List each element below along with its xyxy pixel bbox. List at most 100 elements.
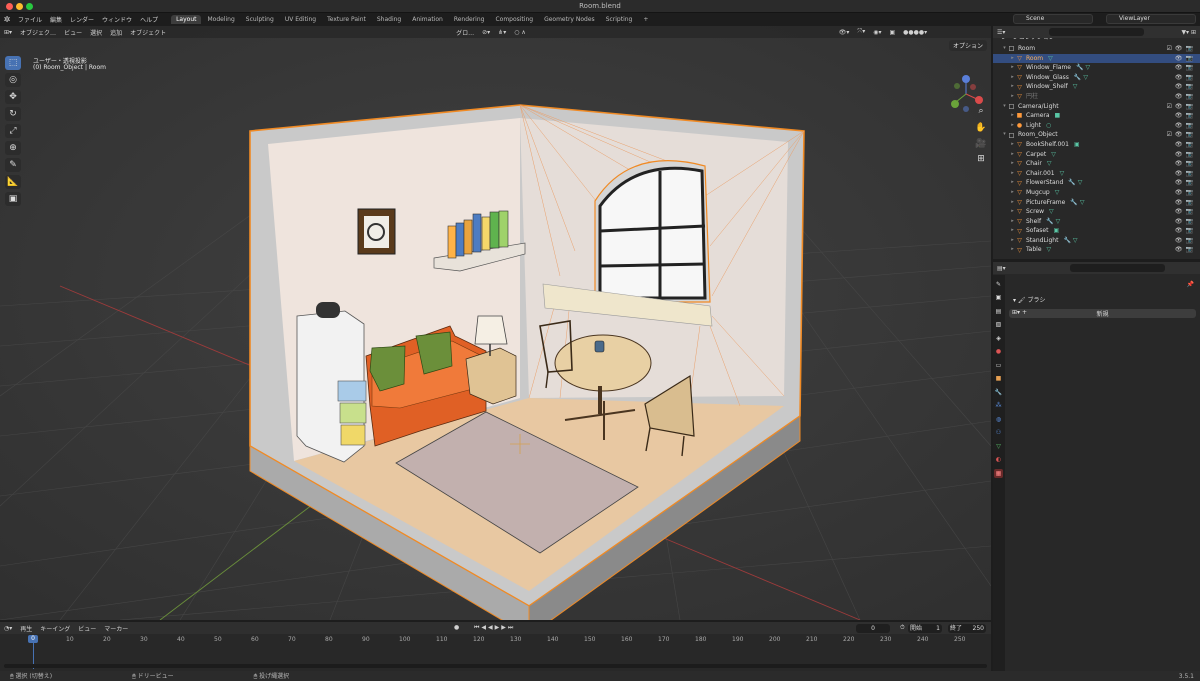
scale-tool-icon[interactable]: ⤢ [5, 124, 21, 138]
modifier-icon[interactable]: 🔧 [1046, 217, 1053, 227]
mesh-data-icon[interactable]: ▽ [1048, 54, 1053, 64]
expand-arrow-icon[interactable]: ▸ [1009, 54, 1016, 64]
expand-arrow-icon[interactable]: ▾ [1001, 102, 1008, 112]
tool-tab-icon[interactable]: ✎ [994, 280, 1003, 289]
modifier-icon[interactable]: 🔧 [1074, 73, 1081, 83]
outliner-object-row[interactable]: ▸ ▽ BookShelf.001 ▣ 👁📷 [993, 140, 1200, 150]
scene-selector[interactable]: Scene [1013, 14, 1093, 24]
mesh-data-icon[interactable]: ■ [1055, 111, 1061, 121]
modifier-icon[interactable]: 🔧 [1063, 236, 1070, 246]
timeline-view-menu[interactable]: ビュー [74, 624, 100, 633]
expand-arrow-icon[interactable]: ▸ [1009, 217, 1016, 227]
rotate-tool-icon[interactable]: ↻ [5, 107, 21, 121]
particles-tab-icon[interactable]: ⁂ [994, 401, 1003, 410]
menu-window[interactable]: ウィンドウ [98, 15, 136, 24]
outliner-object-row[interactable]: ▸ ▽ Screw ▽ 👁📷 [993, 207, 1200, 217]
visibility-toggle-icons[interactable]: 👁📷 [1175, 82, 1196, 92]
modifier-icon[interactable]: 🔧 [1076, 63, 1083, 73]
outliner-editor-icon[interactable]: ☰▾ [993, 29, 1009, 36]
expand-arrow-icon[interactable]: ▸ [1009, 159, 1016, 169]
collection-tab-icon[interactable]: ▭ [994, 361, 1003, 370]
world-tab-icon[interactable]: ● [994, 347, 1003, 356]
visibility-toggle-icons[interactable]: ☑👁📷 [1167, 130, 1196, 140]
outliner-collection-row[interactable]: ▾ □ Room_Object ☑👁📷 [993, 130, 1200, 140]
material-tab-icon[interactable]: ◐ [994, 455, 1003, 464]
outliner-object-row[interactable]: ▸ ▽ Chair ▽ 👁📷 [993, 159, 1200, 169]
visibility-toggle-icons[interactable]: 👁📷 [1175, 73, 1196, 83]
modifier-icon[interactable]: 🔧 [1068, 178, 1075, 188]
outliner-search-input[interactable] [1049, 28, 1145, 36]
tab-sculpting[interactable]: Sculpting [241, 15, 279, 24]
gizmo-toggle-icon[interactable]: ⤧▾ [853, 28, 869, 36]
timeline-scrollbar[interactable] [4, 664, 987, 668]
expand-arrow-icon[interactable]: ▸ [1009, 73, 1016, 83]
texture-tab-icon[interactable]: ▦ [994, 468, 1003, 478]
tab-uv-editing[interactable]: UV Editing [280, 15, 321, 24]
menu-edit[interactable]: 編集 [46, 15, 66, 24]
outliner-object-row[interactable]: ▸ ▽ Window_Glass 🔧 ▽ 👁📷 [993, 73, 1200, 83]
expand-arrow-icon[interactable]: ▸ [1009, 236, 1016, 246]
mesh-data-icon[interactable]: ▽ [1060, 169, 1065, 179]
snap-icon[interactable]: ⋔▾ [494, 29, 510, 36]
outliner-object-row[interactable]: ▸ ▽ 円柱 👁📷 [993, 92, 1200, 102]
viewport-menu-add[interactable]: 追加 [106, 28, 126, 37]
mesh-data-icon[interactable]: ▽ [1083, 73, 1088, 83]
visibility-toggle-icons[interactable]: 👁📷 [1175, 121, 1196, 131]
mesh-data-icon[interactable]: ▽ [1049, 207, 1054, 217]
visibility-toggle-icons[interactable]: 👁📷 [1175, 150, 1196, 160]
proportional-edit-icon[interactable]: ○ ∧ [510, 29, 530, 36]
visibility-toggle-icons[interactable]: 👁📷 [1175, 236, 1196, 246]
outliner-object-row[interactable]: ▸ ▽ Sofaset ▣ 👁📷 [993, 226, 1200, 236]
visibility-icon[interactable]: 👁▾ [835, 29, 854, 36]
annotate-tool-icon[interactable]: ✎ [5, 158, 21, 172]
tab-geometry-nodes[interactable]: Geometry Nodes [539, 15, 600, 24]
select-box-tool-icon[interactable]: ⬚ [5, 56, 21, 70]
outliner-object-row[interactable]: ▸ ▽ Window_Shelf ▽ 👁📷 [993, 82, 1200, 92]
3d-viewport[interactable]: ⊞▾ オブジェク… ビュー 選択 追加 オブジェクト グロ… ⊘▾ ⋔▾ ○ ∧… [0, 26, 991, 620]
playback-controls[interactable]: ⏮◀◀▶▶⏭ [470, 624, 519, 632]
expand-arrow-icon[interactable]: ▸ [1009, 169, 1016, 179]
move-tool-icon[interactable]: ✥ [5, 90, 21, 104]
pin-icon[interactable]: 📌 [1009, 281, 1196, 290]
expand-arrow-icon[interactable]: ▸ [1009, 82, 1016, 92]
add-cube-tool-icon[interactable]: ▣ [5, 192, 21, 206]
mesh-data-icon[interactable]: ▽ [1085, 63, 1090, 73]
outliner-object-row[interactable]: ▸ ▽ FlowerStand 🔧 ▽ 👁📷 [993, 178, 1200, 188]
options-dropdown[interactable]: オプション [948, 40, 987, 51]
menu-render[interactable]: レンダー [66, 15, 98, 24]
properties-search-input[interactable] [1069, 264, 1165, 272]
outliner-object-row[interactable]: ▸ ▽ Chair.001 ▽ 👁📷 [993, 169, 1200, 179]
viewport-menu-object[interactable]: オブジェクト [126, 28, 170, 37]
current-frame-field[interactable]: 0 [856, 624, 890, 633]
expand-arrow-icon[interactable]: ▾ [1001, 44, 1008, 54]
viewlayer-selector[interactable]: ViewLayer [1106, 14, 1196, 24]
playhead[interactable]: 0 [28, 635, 38, 643]
cursor-tool-icon[interactable]: ◎ [5, 73, 21, 87]
expand-arrow-icon[interactable]: ▸ [1009, 245, 1016, 255]
expand-arrow-icon[interactable]: ▸ [1009, 178, 1016, 188]
marker-menu[interactable]: マーカー [100, 624, 132, 633]
outliner-object-row[interactable]: ▸ ▽ Shelf 🔧 ▽ 👁📷 [993, 217, 1200, 227]
visibility-toggle-icons[interactable]: 👁📷 [1175, 198, 1196, 208]
tab-shading[interactable]: Shading [372, 15, 406, 24]
tab-layout[interactable]: Layout [171, 15, 202, 24]
expand-arrow-icon[interactable]: ▸ [1009, 111, 1016, 121]
expand-arrow-icon[interactable]: ▸ [1009, 121, 1016, 131]
outliner-collection-row[interactable]: ▾ □ Room ☑👁📷 [993, 44, 1200, 54]
tab-modeling[interactable]: Modeling [202, 15, 239, 24]
shading-modes-icon[interactable]: ●●●●▾ [899, 29, 931, 36]
mesh-data-icon[interactable]: ▽ [1055, 188, 1060, 198]
mesh-data-icon[interactable]: ▽ [1047, 159, 1052, 169]
mesh-data-icon[interactable]: ▽ [1073, 236, 1078, 246]
tab-texture-paint[interactable]: Texture Paint [322, 15, 371, 24]
visibility-toggle-icons[interactable]: 👁📷 [1175, 169, 1196, 179]
transform-tool-icon[interactable]: ⊕ [5, 141, 21, 155]
measure-tool-icon[interactable]: 📐 [5, 175, 21, 189]
visibility-toggle-icons[interactable]: 👁📷 [1175, 54, 1196, 64]
zoom-icon[interactable]: ⌕ [975, 105, 987, 117]
visibility-toggle-icons[interactable]: 👁📷 [1175, 188, 1196, 198]
expand-arrow-icon[interactable]: ▾ [1001, 130, 1008, 140]
properties-editor-icon[interactable]: ▤▾ [993, 265, 1010, 272]
transform-orientation-dropdown[interactable]: グロ… [452, 28, 478, 37]
mesh-data-icon[interactable]: ▽ [1056, 217, 1061, 227]
